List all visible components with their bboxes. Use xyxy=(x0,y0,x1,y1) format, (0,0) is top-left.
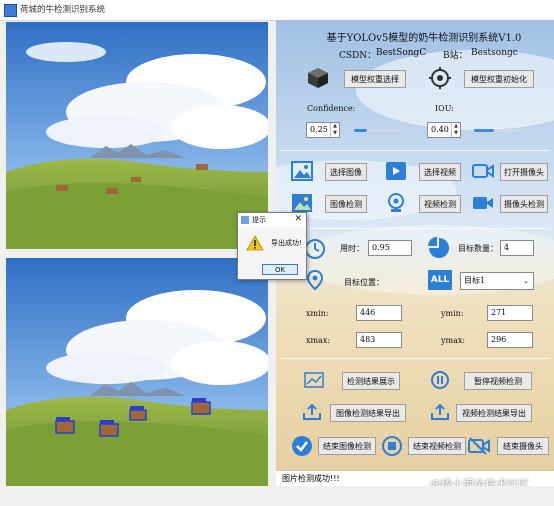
divider xyxy=(280,150,550,151)
xmin-field[interactable]: 446 xyxy=(356,305,402,321)
target-select-value: 目标1 xyxy=(464,276,486,285)
upload-icon xyxy=(430,403,450,421)
select-model-button[interactable]: 模型权重选择 xyxy=(344,70,406,88)
end-video-detect-button[interactable]: 结束视频检测 xyxy=(408,437,466,455)
image-icon xyxy=(291,161,313,181)
target-select-dropdown[interactable]: 目标1 ⌄ xyxy=(460,272,534,290)
target-icon xyxy=(428,66,452,90)
ymax-label: ymax: xyxy=(441,336,466,345)
end-camera-button[interactable]: 结束摄像头 xyxy=(497,437,549,455)
check-circle-icon xyxy=(291,435,313,457)
target-count-label: 目标数量： xyxy=(458,244,498,253)
ok-button[interactable]: OK xyxy=(262,264,298,275)
end-image-detect-button[interactable]: 结束图像检测 xyxy=(318,437,376,455)
detection-box xyxy=(129,406,147,421)
ymin-field[interactable]: 271 xyxy=(487,305,533,321)
target-position-label: 目标位置： xyxy=(344,278,384,287)
iou-value: 0.40 xyxy=(431,125,449,134)
xmax-field[interactable]: 483 xyxy=(356,332,402,348)
select-image-button[interactable]: 选择图像 xyxy=(325,163,367,181)
ymax-field[interactable]: 296 xyxy=(487,332,533,348)
xmin-label: xmin: xyxy=(306,309,329,318)
window-bottom-bar xyxy=(0,486,554,506)
location-pin-icon xyxy=(306,269,324,291)
select-video-button[interactable]: 选择视频 xyxy=(419,163,461,181)
stop-circle-icon xyxy=(381,435,403,457)
clock-icon xyxy=(304,238,326,260)
camera-icon xyxy=(472,162,494,180)
video-detect-button[interactable]: 视频检测 xyxy=(419,195,461,213)
init-model-button[interactable]: 模型权重初始化 xyxy=(464,70,534,88)
image-detect-icon xyxy=(291,193,313,213)
export-image-results-button[interactable]: 图像检测结果导出 xyxy=(330,404,406,422)
original-image-panel xyxy=(6,22,268,249)
dialog-title: 提示 xyxy=(252,216,266,224)
show-results-button[interactable]: 检测结果展示 xyxy=(342,372,400,390)
dialog-message: 导出成功! xyxy=(271,239,302,247)
bilibili-value: Bestsongc xyxy=(471,48,518,58)
iou-label: IOU: xyxy=(435,104,454,113)
app-icon xyxy=(4,4,17,17)
csdn-label: CSDN： xyxy=(339,51,377,61)
video-icon xyxy=(385,161,407,181)
csdn-value: BestSongC xyxy=(376,48,427,58)
divider xyxy=(280,228,550,229)
window-title: 荷城的牛检测识别系统 xyxy=(20,5,106,15)
webcam-icon xyxy=(385,192,407,214)
cube-icon xyxy=(306,66,330,90)
xmax-label: xmax: xyxy=(306,336,331,345)
export-video-results-button[interactable]: 视频检测结果导出 xyxy=(456,404,532,422)
camera-detect-button[interactable]: 摄像头检测 xyxy=(500,195,548,213)
close-icon[interactable]: ✕ xyxy=(294,214,302,224)
target-count-field[interactable]: 4 xyxy=(500,240,534,256)
message-dialog: 提示 ✕ 导出成功! OK xyxy=(237,212,307,280)
bilibili-label: B站： xyxy=(443,51,468,61)
spin-arrows-icon[interactable]: ▲ ▼ xyxy=(451,123,460,137)
confidence-value: 0.25 xyxy=(310,125,328,134)
chevron-down-icon: ⌄ xyxy=(523,277,529,285)
confidence-slider-fill xyxy=(354,129,367,132)
dialog-window-icon xyxy=(241,216,249,224)
line-chart-icon xyxy=(304,372,324,388)
pie-chart-icon xyxy=(428,237,450,259)
warning-icon xyxy=(246,235,264,251)
open-camera-button[interactable]: 打开摄像头 xyxy=(500,163,548,181)
image-detect-button[interactable]: 图像检测 xyxy=(325,195,367,213)
title-bar: 荷城的牛检测识别系统 xyxy=(0,0,554,21)
app-heading: 基于YOLOv5模型的奶牛检测识别系统V1.0 xyxy=(326,33,522,44)
pause-icon xyxy=(430,370,450,390)
confidence-label: Confidence: xyxy=(307,104,356,113)
iou-spinbox[interactable]: 0.40 ▲ ▼ xyxy=(427,122,461,138)
confidence-spinbox[interactable]: 0.25 ▲ ▼ xyxy=(306,122,340,138)
spin-arrows-icon[interactable]: ▲ ▼ xyxy=(330,123,339,137)
pause-video-button[interactable]: 暂停视频检测 xyxy=(464,372,532,390)
iou-slider-fill xyxy=(474,129,494,132)
all-targets-icon: ALL xyxy=(428,270,452,290)
iou-slider[interactable] xyxy=(474,129,524,132)
camera-detect-icon xyxy=(472,195,494,211)
dialog-title-bar: 提示 ✕ xyxy=(238,213,306,227)
result-image-panel xyxy=(6,258,268,486)
ymin-label: ymin: xyxy=(441,309,464,318)
time-label: 用时： xyxy=(340,244,364,253)
confidence-slider[interactable] xyxy=(354,129,404,132)
divider xyxy=(280,358,550,359)
upload-icon xyxy=(302,403,322,421)
time-field[interactable]: 0.95 xyxy=(368,240,412,256)
camera-off-icon xyxy=(468,436,490,456)
